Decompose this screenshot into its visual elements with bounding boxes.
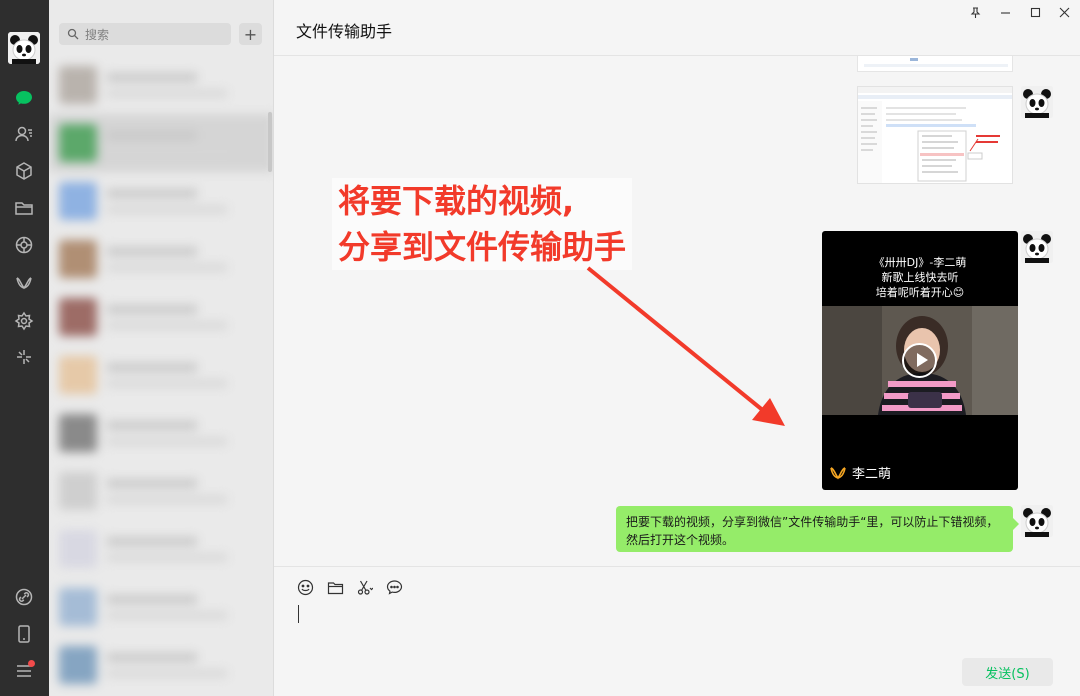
annotation-line: 将要下载的视频, [338, 182, 575, 220]
list-item[interactable] [49, 288, 273, 346]
channels-logo-icon [830, 466, 846, 480]
pin-icon[interactable] [967, 4, 983, 20]
play-icon[interactable] [902, 343, 937, 378]
list-item[interactable] [49, 462, 273, 520]
scrollbar[interactable] [268, 112, 272, 172]
search-icon [67, 28, 79, 40]
folder-icon[interactable] [12, 196, 36, 220]
nav-rail [0, 0, 49, 696]
send-button[interactable]: 发送(S) [962, 658, 1053, 686]
notification-dot [28, 660, 35, 667]
text-caret [298, 605, 299, 623]
video-message[interactable]: 《卅卅DJ》-李二萌 新歌上线快去听 培着呢听着开心😊 李二萌 [822, 231, 1018, 490]
close-icon[interactable] [1056, 4, 1072, 20]
list-item[interactable] [49, 636, 273, 694]
list-item[interactable] [49, 56, 273, 114]
chat-window: 文件传输助手 《卅卅DJ》-李二萌 新歌上线快去听 培着呢听着开心😊 李二萌 把… [274, 0, 1080, 696]
phone-icon[interactable] [12, 622, 36, 646]
video-footer: 李二萌 [830, 463, 891, 482]
list-item[interactable] [49, 114, 273, 172]
search-feature-icon[interactable] [12, 309, 36, 333]
video-author: 李二萌 [852, 467, 892, 482]
video-thumbnail [822, 306, 1018, 415]
miniprogram-icon[interactable] [12, 345, 36, 369]
text-message-bubble[interactable]: 把要下载的视频，分享到微信”文件传输助手“里，可以防止下错视频，然后打开这个视频… [616, 506, 1019, 552]
history-icon[interactable] [384, 577, 404, 597]
chat-list-pane: 搜索 + [49, 0, 274, 696]
message-input-area[interactable]: 发送(S) [274, 566, 1080, 696]
chat-title: 文件传输助手 [296, 22, 393, 41]
favorites-icon[interactable] [12, 159, 36, 183]
video-caption: 《卅卅DJ》-李二萌 新歌上线快去听 培着呢听着开心😊 [822, 255, 1018, 300]
search-input[interactable]: 搜索 [59, 23, 231, 45]
channels-icon[interactable] [12, 271, 36, 295]
search-placeholder: 搜索 [85, 27, 110, 42]
sender-avatar[interactable] [1021, 231, 1053, 263]
sender-avatar[interactable] [1021, 505, 1053, 537]
list-item[interactable] [49, 230, 273, 288]
link-icon[interactable] [12, 585, 36, 609]
video-caption-line: 培着呢听着开心😊 [875, 286, 965, 299]
image-message-screenshot[interactable] [857, 86, 1013, 184]
annotation-line: 分享到文件传输助手 [338, 228, 627, 266]
contacts-icon[interactable] [12, 122, 36, 146]
list-item[interactable] [49, 520, 273, 578]
screenshot-icon[interactable] [354, 577, 374, 597]
chat-list-blurred [49, 56, 273, 696]
video-caption-line: 《卅卅DJ》-李二萌 [873, 256, 967, 269]
list-item[interactable] [49, 404, 273, 462]
chat-icon[interactable] [12, 86, 36, 110]
sender-avatar[interactable] [1021, 86, 1053, 118]
image-message-partial[interactable] [857, 56, 1013, 72]
chat-header: 文件传输助手 [274, 0, 1080, 56]
moments-icon[interactable] [12, 233, 36, 257]
menu-icon[interactable] [12, 659, 36, 683]
annotation-text: 将要下载的视频, 分享到文件传输助手 [332, 178, 633, 270]
video-caption-line: 新歌上线快去听 [881, 271, 959, 284]
add-button[interactable]: + [239, 23, 262, 45]
list-item[interactable] [49, 172, 273, 230]
file-icon[interactable] [325, 577, 345, 597]
minimize-icon[interactable] [997, 4, 1013, 20]
list-item[interactable] [49, 578, 273, 636]
user-avatar[interactable] [8, 32, 40, 64]
maximize-icon[interactable] [1027, 4, 1043, 20]
list-item[interactable] [49, 346, 273, 404]
emoji-icon[interactable] [295, 577, 315, 597]
